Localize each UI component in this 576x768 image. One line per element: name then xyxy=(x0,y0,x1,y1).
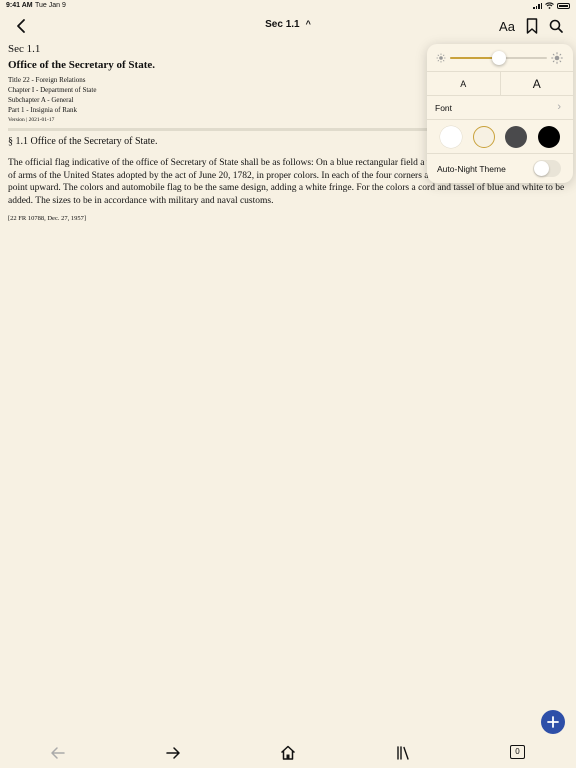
chevron-right-icon: › xyxy=(557,101,561,113)
nav-actions: Aa xyxy=(498,17,564,35)
font-label: Font xyxy=(435,103,453,113)
brightness-slider-thumb[interactable] xyxy=(491,51,506,65)
library-icon[interactable] xyxy=(394,744,412,762)
citation: [22 FR 10788, Dec. 27, 1957] xyxy=(8,215,86,222)
bottom-toolbar: 0 xyxy=(0,740,576,768)
theme-row xyxy=(427,120,573,154)
home-icon[interactable] xyxy=(279,744,297,762)
font-settings-button[interactable]: Aa xyxy=(498,19,516,34)
search-icon[interactable] xyxy=(548,17,564,35)
bookmark-icon[interactable] xyxy=(524,17,540,35)
nav-title-text: Sec 1.1 xyxy=(265,19,300,30)
auto-night-row: Auto-Night Theme xyxy=(427,154,573,183)
theme-gray-button[interactable] xyxy=(505,125,528,148)
tabs-button[interactable]: 0 xyxy=(510,745,525,759)
status-date: Tue Jan 9 xyxy=(35,2,66,9)
decrease-font-button[interactable]: A xyxy=(427,72,500,95)
battery-icon xyxy=(557,2,570,9)
section-title-menu[interactable]: Sec 1.1 ^ xyxy=(0,19,576,30)
font-picker-row[interactable]: Font › xyxy=(427,96,573,120)
status-time: 9:41 AM xyxy=(6,2,33,9)
toggle-knob xyxy=(534,161,549,176)
chevron-up-icon: ^ xyxy=(305,19,311,29)
nav-bar: Sec 1.1 ^ Aa xyxy=(0,14,576,38)
plus-icon xyxy=(547,716,559,728)
add-button[interactable] xyxy=(541,710,565,734)
arrow-left-icon[interactable] xyxy=(49,744,67,762)
theme-sepia-button[interactable] xyxy=(472,125,495,148)
arrow-right-icon[interactable] xyxy=(164,744,182,762)
increase-font-button[interactable]: A xyxy=(499,72,574,95)
auto-night-toggle[interactable] xyxy=(533,160,561,177)
theme-black-button[interactable] xyxy=(537,125,560,148)
brightness-slider[interactable] xyxy=(450,51,547,65)
theme-white-button[interactable] xyxy=(440,125,463,148)
cellular-icon xyxy=(533,2,542,9)
display-settings-popover: A A Font › Auto-Night Theme xyxy=(427,44,573,183)
font-size-row: A A xyxy=(427,72,573,96)
sun-large-icon xyxy=(551,52,563,64)
sun-small-icon xyxy=(436,53,446,63)
status-icons xyxy=(533,2,570,9)
wifi-icon xyxy=(545,2,554,9)
brightness-row xyxy=(427,44,573,72)
status-bar: 9:41 AM Tue Jan 9 xyxy=(0,0,576,14)
auto-night-label: Auto-Night Theme xyxy=(437,164,506,174)
